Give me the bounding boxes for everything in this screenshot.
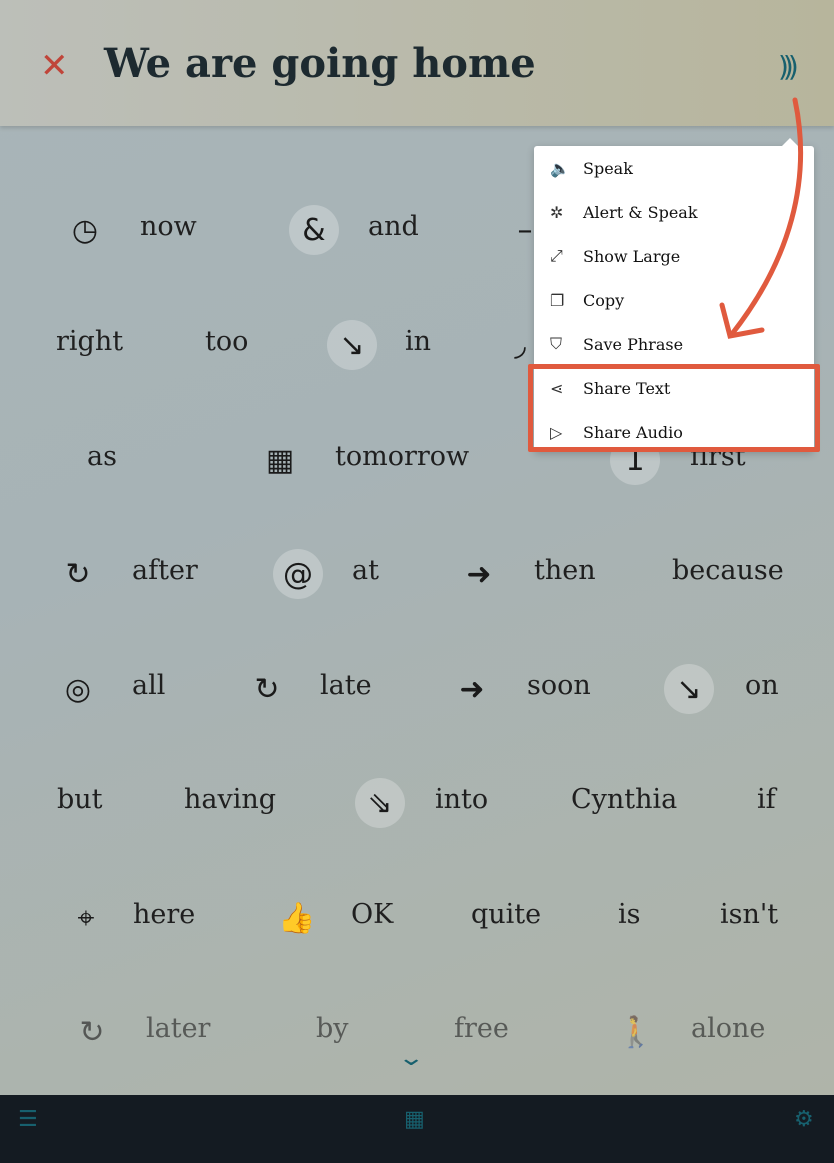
annotation-arrow [719,97,804,339]
list-icon[interactable]: ☰ [18,1107,38,1132]
gear-icon[interactable]: ⚙ [794,1107,814,1132]
keyboard-grid-icon[interactable]: ▦ [404,1107,425,1132]
bottom-bar: ☰ ▦ ⚙ [0,1095,834,1163]
